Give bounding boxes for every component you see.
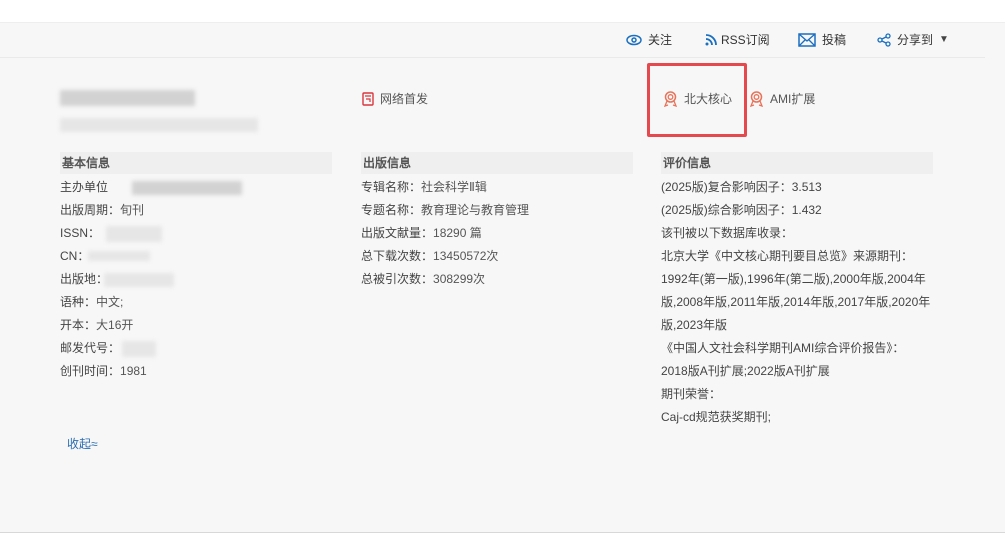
row-value: 中文; [96, 295, 124, 309]
row-label: 创刊时间： [60, 364, 121, 378]
info-row: 专题名称：教育理论与教育管理 [361, 199, 633, 222]
submit-button[interactable]: 投稿 [798, 31, 846, 48]
redacted-value [104, 273, 174, 287]
rss-label: RSS订阅 [721, 33, 770, 47]
row-label: 开本： [60, 318, 97, 332]
online-first-label: 网络首发 [380, 92, 429, 106]
row-value: 18290 篇 [433, 226, 482, 240]
row-value: 教育理论与教育管理 [421, 203, 530, 217]
mail-icon [798, 32, 816, 47]
rss-button[interactable]: RSS订阅 [705, 31, 770, 48]
row-label: 总下载次数： [361, 249, 434, 263]
info-row: 出版地： [60, 268, 332, 291]
info-row: 创刊时间：1981 [60, 360, 332, 383]
row-label: 出版文献量： [361, 226, 434, 240]
basic-info-section: 基本信息 主办单位 出版周期：旬刊 ISSN： CN： 出版地： 语种：中文; … [60, 152, 332, 383]
row-value: 社会科学Ⅱ辑 [421, 180, 487, 194]
award-icon [749, 90, 764, 107]
row-label: 邮发代号： [60, 341, 121, 355]
eval-line: Caj-cd规范获奖期刊; [661, 410, 772, 424]
row-label: 主办单位 [60, 180, 109, 194]
info-row: ISSN： [60, 222, 332, 245]
online-first-tag: 网络首发 [362, 90, 428, 107]
toolbar: 关注 RSS订阅 投稿 分享到 ▼ [0, 31, 1005, 49]
row-value: 大16开 [96, 318, 134, 332]
row-value: 13450572次 [433, 249, 499, 263]
highlight-box [647, 63, 747, 137]
document-icon [362, 91, 374, 106]
row-label: CN： [60, 249, 90, 263]
row-value: 旬刊 [120, 203, 145, 217]
section-title: 评价信息 [661, 152, 933, 174]
journal-subtitle-redacted [60, 118, 258, 132]
row-label: 语种： [60, 295, 97, 309]
redacted-value [88, 251, 150, 261]
redacted-value [122, 341, 156, 357]
caret-down-icon: ▼ [939, 34, 949, 45]
info-row: 主办单位 [60, 176, 332, 199]
eval-line: 《中国人文社会科学期刊AMI综合评价报告》： [661, 341, 905, 355]
rss-icon [705, 33, 717, 45]
redacted-value [132, 181, 242, 195]
eye-icon [626, 34, 642, 45]
section-title: 基本信息 [60, 152, 332, 174]
row-value: 1981 [120, 364, 147, 378]
divider [0, 57, 985, 58]
info-row: 语种：中文; [60, 291, 332, 314]
info-row: 邮发代号： [60, 337, 332, 360]
info-row: 出版文献量：18290 篇 [361, 222, 633, 245]
info-row: 开本：大16开 [60, 314, 332, 337]
eval-line: 该刊被以下数据库收录： [661, 226, 794, 240]
eval-line: (2025版)复合影响因子：3.513 [661, 180, 822, 194]
row-label: 专辑名称： [361, 180, 422, 194]
info-row: CN： [60, 245, 332, 268]
collapse-link[interactable]: 收起≈ [67, 435, 98, 452]
row-value: 308299次 [433, 272, 486, 286]
ami-label: AMI扩展 [770, 92, 816, 106]
info-row: 总下载次数：13450572次 [361, 245, 633, 268]
row-label: 出版地： [60, 272, 109, 286]
row-label: 专题名称： [361, 203, 422, 217]
share-icon [877, 32, 891, 47]
submit-label: 投稿 [822, 33, 847, 47]
eval-line: 版,2023年版 [661, 318, 728, 332]
publish-info-section: 出版信息 专辑名称：社会科学Ⅱ辑 专题名称：教育理论与教育管理 出版文献量：18… [361, 152, 633, 291]
eval-line: 北京大学《中文核心期刊要目总览》来源期刊： [661, 249, 914, 263]
follow-label: 关注 [648, 33, 673, 47]
section-title: 出版信息 [361, 152, 633, 174]
share-label: 分享到 [897, 33, 934, 47]
eval-line: 1992年(第一版),1996年(第二版),2000年版,2004年 [661, 272, 926, 286]
redacted-value [106, 226, 162, 242]
info-row: 专辑名称：社会科学Ⅱ辑 [361, 176, 633, 199]
eval-line: 2018版A刊扩展;2022版A刊扩展 [661, 364, 830, 378]
eval-line: 期刊荣誉： [661, 387, 722, 401]
eval-line: (2025版)综合影响因子：1.432 [661, 203, 822, 217]
journal-title-redacted [60, 90, 195, 106]
ami-tag: AMI扩展 [749, 90, 815, 107]
share-button[interactable]: 分享到 ▼ [877, 31, 949, 48]
evaluation-info-section: 评价信息 (2025版)复合影响因子：3.513 (2025版)综合影响因子：1… [661, 152, 933, 429]
row-label: 总被引次数： [361, 272, 434, 286]
eval-line: 版,2008年版,2011年版,2014年版,2017年版,2020年 [661, 295, 931, 309]
info-row: 出版周期：旬刊 [60, 199, 332, 222]
row-label: 出版周期： [60, 203, 121, 217]
row-label: ISSN： [60, 226, 101, 240]
follow-button[interactable]: 关注 [626, 31, 672, 48]
info-row: 总被引次数：308299次 [361, 268, 633, 291]
